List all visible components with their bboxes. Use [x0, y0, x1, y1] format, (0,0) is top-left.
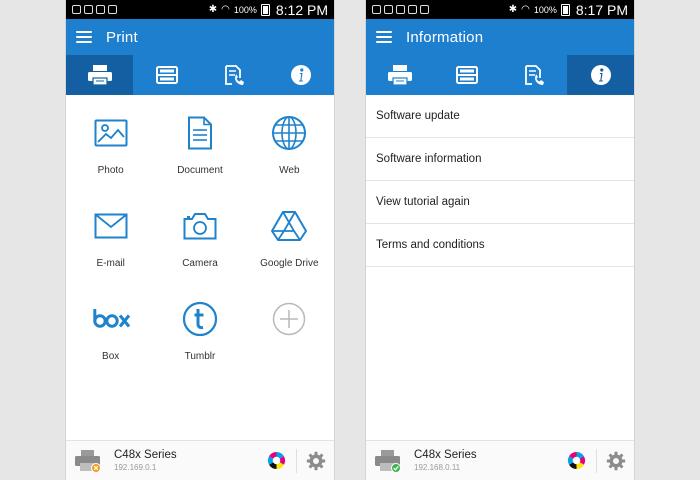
- status-bar: ✱ ◠ 100% 8:17 PM: [366, 0, 634, 19]
- fax-icon: [524, 65, 544, 85]
- wifi-icon: ◠: [221, 4, 230, 15]
- wifi-icon: ◠: [521, 4, 530, 15]
- gear-icon[interactable]: [306, 451, 326, 471]
- tab-fax[interactable]: [500, 55, 567, 95]
- tab-info[interactable]: [567, 55, 634, 95]
- fax-icon: [224, 65, 244, 85]
- camera-icon: [183, 213, 217, 240]
- notification-icons: [372, 5, 509, 14]
- ink-levels-icon[interactable]: [567, 451, 586, 470]
- notification-icons: [72, 5, 209, 14]
- printer-bar[interactable]: C48x Series 192.168.0.11: [366, 440, 634, 480]
- information-screen: ✱ ◠ 100% 8:17 PM Information Software up…: [365, 0, 635, 480]
- app-bar: Information: [366, 19, 634, 55]
- tab-scan[interactable]: [133, 55, 200, 95]
- tile-label: Box: [102, 351, 120, 362]
- printer-name: C48x Series: [414, 449, 477, 461]
- printer-ip: 192.169.0.1: [114, 463, 157, 472]
- tab-scan[interactable]: [433, 55, 500, 95]
- scanner-icon: [155, 66, 178, 84]
- printer-icon: [87, 65, 112, 86]
- menu-icon[interactable]: [76, 31, 92, 43]
- tile-photo[interactable]: Photo: [66, 113, 155, 206]
- list-item-software-update[interactable]: Software update: [366, 95, 634, 138]
- page-title: Information: [406, 28, 484, 46]
- tab-print[interactable]: [66, 55, 133, 95]
- list-item-software-information[interactable]: Software information: [366, 138, 634, 181]
- printer-ip: 192.168.0.11: [414, 463, 461, 472]
- scanner-icon: [455, 66, 478, 84]
- information-list: Software update Software information Vie…: [366, 95, 634, 267]
- tile-label: Photo: [97, 165, 124, 176]
- tab-bar: [66, 55, 334, 95]
- envelope-icon: [94, 213, 128, 239]
- status-bar: ✱ ◠ 100% 8:12 PM: [66, 0, 334, 19]
- globe-icon: [272, 116, 307, 150]
- google-drive-icon: [271, 211, 308, 241]
- notification-icon: [384, 5, 393, 14]
- app-bar: Print: [66, 19, 334, 55]
- clock: 8:12 PM: [275, 1, 328, 18]
- tile-camera[interactable]: Camera: [155, 206, 244, 299]
- list-item-terms[interactable]: Terms and conditions: [366, 224, 634, 267]
- printer-bar[interactable]: C48x Series 192.169.0.1: [66, 440, 334, 480]
- ink-levels-icon[interactable]: [267, 451, 286, 470]
- battery-percent: 100%: [233, 4, 257, 15]
- bluetooth-icon: ✱: [508, 4, 518, 15]
- battery-icon: [260, 3, 270, 16]
- notification-icon: [84, 5, 93, 14]
- print-screen: ✱ ◠ 100% 8:12 PM Print Photo Document We…: [65, 0, 335, 480]
- tumblr-icon: [182, 301, 218, 337]
- notification-icon: [96, 5, 105, 14]
- tile-email[interactable]: E-mail: [66, 206, 155, 299]
- battery-icon: [560, 3, 570, 16]
- tile-label: Camera: [182, 258, 218, 269]
- notification-icon: [372, 5, 381, 14]
- tile-label: Document: [177, 165, 223, 176]
- notification-icon: [396, 5, 405, 14]
- source-grid: Photo Document Web E-mail Camera Google …: [66, 95, 334, 392]
- tile-label: Google Drive: [260, 258, 319, 269]
- divider: [296, 448, 297, 473]
- battery-percent: 100%: [533, 4, 557, 15]
- tab-info[interactable]: [267, 55, 334, 95]
- tile-add[interactable]: [245, 299, 334, 392]
- printer-status-icon: [374, 449, 402, 473]
- printer-status-icon: [74, 449, 102, 473]
- bluetooth-icon: ✱: [208, 4, 218, 15]
- tile-tumblr[interactable]: Tumblr: [155, 299, 244, 392]
- tile-document[interactable]: Document: [155, 113, 244, 206]
- add-icon: [273, 302, 306, 336]
- tab-bar: [366, 55, 634, 95]
- tab-fax[interactable]: [200, 55, 267, 95]
- document-icon: [187, 116, 212, 150]
- info-icon: [290, 65, 311, 85]
- tile-web[interactable]: Web: [245, 113, 334, 206]
- list-item-view-tutorial[interactable]: View tutorial again: [366, 181, 634, 224]
- printer-icon: [387, 65, 412, 86]
- box-logo-icon: [92, 309, 130, 328]
- tile-label: Web: [279, 165, 300, 176]
- page-title: Print: [106, 28, 138, 46]
- tile-label: E-mail: [96, 258, 125, 269]
- gear-icon[interactable]: [606, 451, 626, 471]
- clock: 8:17 PM: [575, 1, 628, 18]
- notification-icon: [72, 5, 81, 14]
- menu-icon[interactable]: [376, 31, 392, 43]
- divider: [596, 448, 597, 473]
- tile-label: Tumblr: [184, 351, 216, 362]
- notification-icon: [420, 5, 429, 14]
- info-icon: [590, 65, 611, 85]
- tile-google-drive[interactable]: Google Drive: [245, 206, 334, 299]
- notification-icon: [408, 5, 417, 14]
- tile-box[interactable]: Box: [66, 299, 155, 392]
- notification-icon: [108, 5, 117, 14]
- printer-name: C48x Series: [114, 449, 177, 461]
- photo-icon: [94, 119, 128, 147]
- tab-print[interactable]: [366, 55, 433, 95]
